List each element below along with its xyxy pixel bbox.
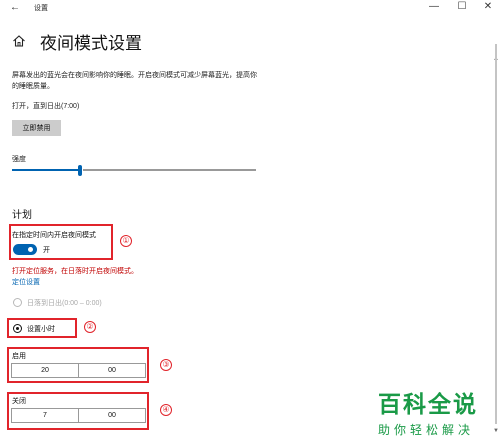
sunset-option-label: 日落到日出(0:00 – 0:00) [27,300,102,307]
schedule-toggle-state: 开 [43,247,50,254]
close-icon[interactable]: ✕ [481,1,495,12]
scroll-down-icon[interactable]: ▼ [493,428,499,434]
schedule-toggle-title: 在指定时间内开启夜间模式 [12,232,96,239]
minimize-icon[interactable]: — [427,1,441,12]
page-header: 夜间模式设置 [12,30,142,54]
annotation-number-4: ④ [160,404,172,416]
turn-off-hour[interactable]: 7 [12,409,78,422]
back-arrow-icon[interactable]: ← [10,2,20,13]
turn-off-label: 关闭 [12,398,26,405]
slider-fill [12,169,80,171]
annotation-number-2: ② [84,321,96,333]
intensity-label: 强度 [12,156,26,163]
turn-off-time-picker[interactable]: 7 00 [11,408,146,423]
maximize-icon[interactable]: ☐ [455,1,469,12]
annotation-number-1: ① [120,235,132,247]
sunset-radio[interactable] [13,298,22,307]
turn-off-minute[interactable]: 00 [78,409,145,422]
watermark-subtitle: 助你轻松解决 [378,423,475,437]
turn-on-label: 启用 [12,353,26,360]
schedule-heading: 计划 [12,210,32,221]
slider-track [83,169,256,171]
schedule-toggle[interactable] [13,244,37,255]
vertical-scrollbar[interactable]: ▲ ▼ [492,16,500,443]
window-title: 设置 [34,5,48,12]
slider-thumb[interactable] [78,165,82,176]
toggle-knob [28,247,33,252]
location-settings-link[interactable]: 定位设置 [12,277,40,287]
turn-on-hour[interactable]: 20 [12,364,78,377]
page-title: 夜间模式设置 [40,33,142,54]
intensity-slider[interactable] [12,165,256,176]
turn-on-time-picker[interactable]: 20 00 [11,363,146,378]
set-hours-option-label: 设置小时 [27,326,55,333]
night-light-description: 屏幕发出的蓝光会在夜间影响你的睡眠。开启夜间模式可减少屏幕蓝光，提高你的睡眠质量… [12,72,257,90]
title-bar: ← 设置 — ☐ ✕ [0,0,500,16]
set-hours-radio[interactable] [13,324,22,333]
disable-now-button[interactable]: 立即禁用 [12,120,61,136]
turn-on-minute[interactable]: 00 [78,364,145,377]
watermark-title: 百科全说 [378,392,478,418]
night-light-status: 打开，直到日出(7:00) [12,103,80,110]
watermark: 百科全说 助你轻松解决 [378,385,486,438]
radio-selected-dot [16,327,19,330]
home-icon[interactable] [12,34,26,48]
annotation-number-3: ③ [160,359,172,371]
location-warning: 打开定位服务，在日落时开启夜间模式。 [12,268,138,275]
scrollbar-thumb[interactable] [495,44,497,424]
